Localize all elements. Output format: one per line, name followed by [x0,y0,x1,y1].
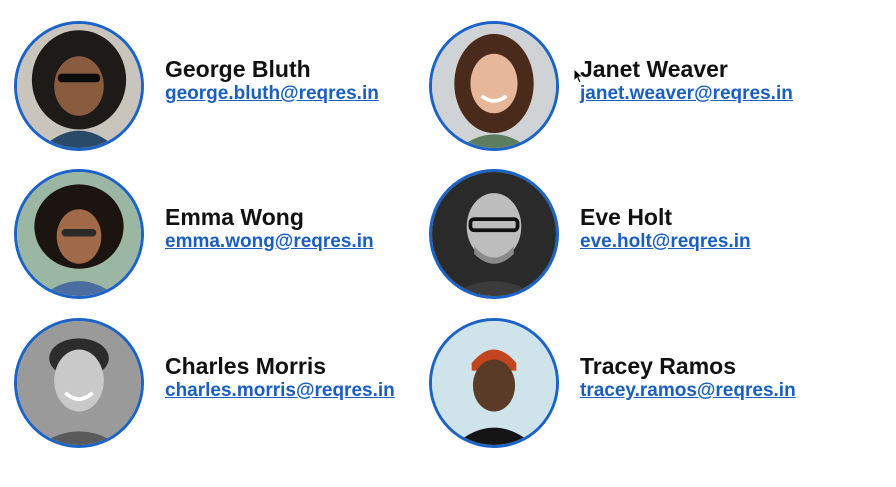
avatar [14,169,144,299]
user-email-link[interactable]: charles.morris@reqres.in [165,379,395,403]
user-info: Emma Wong emma.wong@reqres.in [165,204,374,254]
user-name: George Bluth [165,56,311,82]
avatar-image [432,321,556,445]
user-info: Eve Holt eve.holt@reqres.in [580,204,751,254]
user-name: Eve Holt [580,204,673,230]
user-name: Janet Weaver [580,56,728,82]
user-info: Charles Morris charles.morris@reqres.in [165,353,395,403]
user-email-link[interactable]: eve.holt@reqres.in [580,230,751,254]
user-card: George Bluth george.bluth@reqres.in [14,21,379,151]
user-email-link[interactable]: tracey.ramos@reqres.in [580,379,796,403]
avatar-image [17,172,141,296]
user-card: Emma Wong emma.wong@reqres.in [14,169,374,299]
user-email-link[interactable]: emma.wong@reqres.in [165,230,374,254]
avatar [429,318,559,448]
user-email-link[interactable]: george.bluth@reqres.in [165,82,379,106]
avatar-image [432,172,556,296]
avatar [14,21,144,151]
user-info: George Bluth george.bluth@reqres.in [165,56,379,106]
user-card: Charles Morris charles.morris@reqres.in [14,318,395,448]
mouse-cursor-icon [573,68,583,84]
user-email-link[interactable]: janet.weaver@reqres.in [580,82,793,106]
user-card: Tracey Ramos tracey.ramos@reqres.in [429,318,796,448]
user-name: Tracey Ramos [580,353,736,379]
user-name: Emma Wong [165,204,304,230]
avatar [429,21,559,151]
avatar [14,318,144,448]
avatar-image [17,321,141,445]
avatar [429,169,559,299]
user-card: Janet Weaver janet.weaver@reqres.in [429,21,793,151]
user-info: Janet Weaver janet.weaver@reqres.in [580,56,793,106]
user-info: Tracey Ramos tracey.ramos@reqres.in [580,353,796,403]
avatar-image [17,24,141,148]
user-card: Eve Holt eve.holt@reqres.in [429,169,751,299]
avatar-image [432,24,556,148]
user-name: Charles Morris [165,353,327,379]
